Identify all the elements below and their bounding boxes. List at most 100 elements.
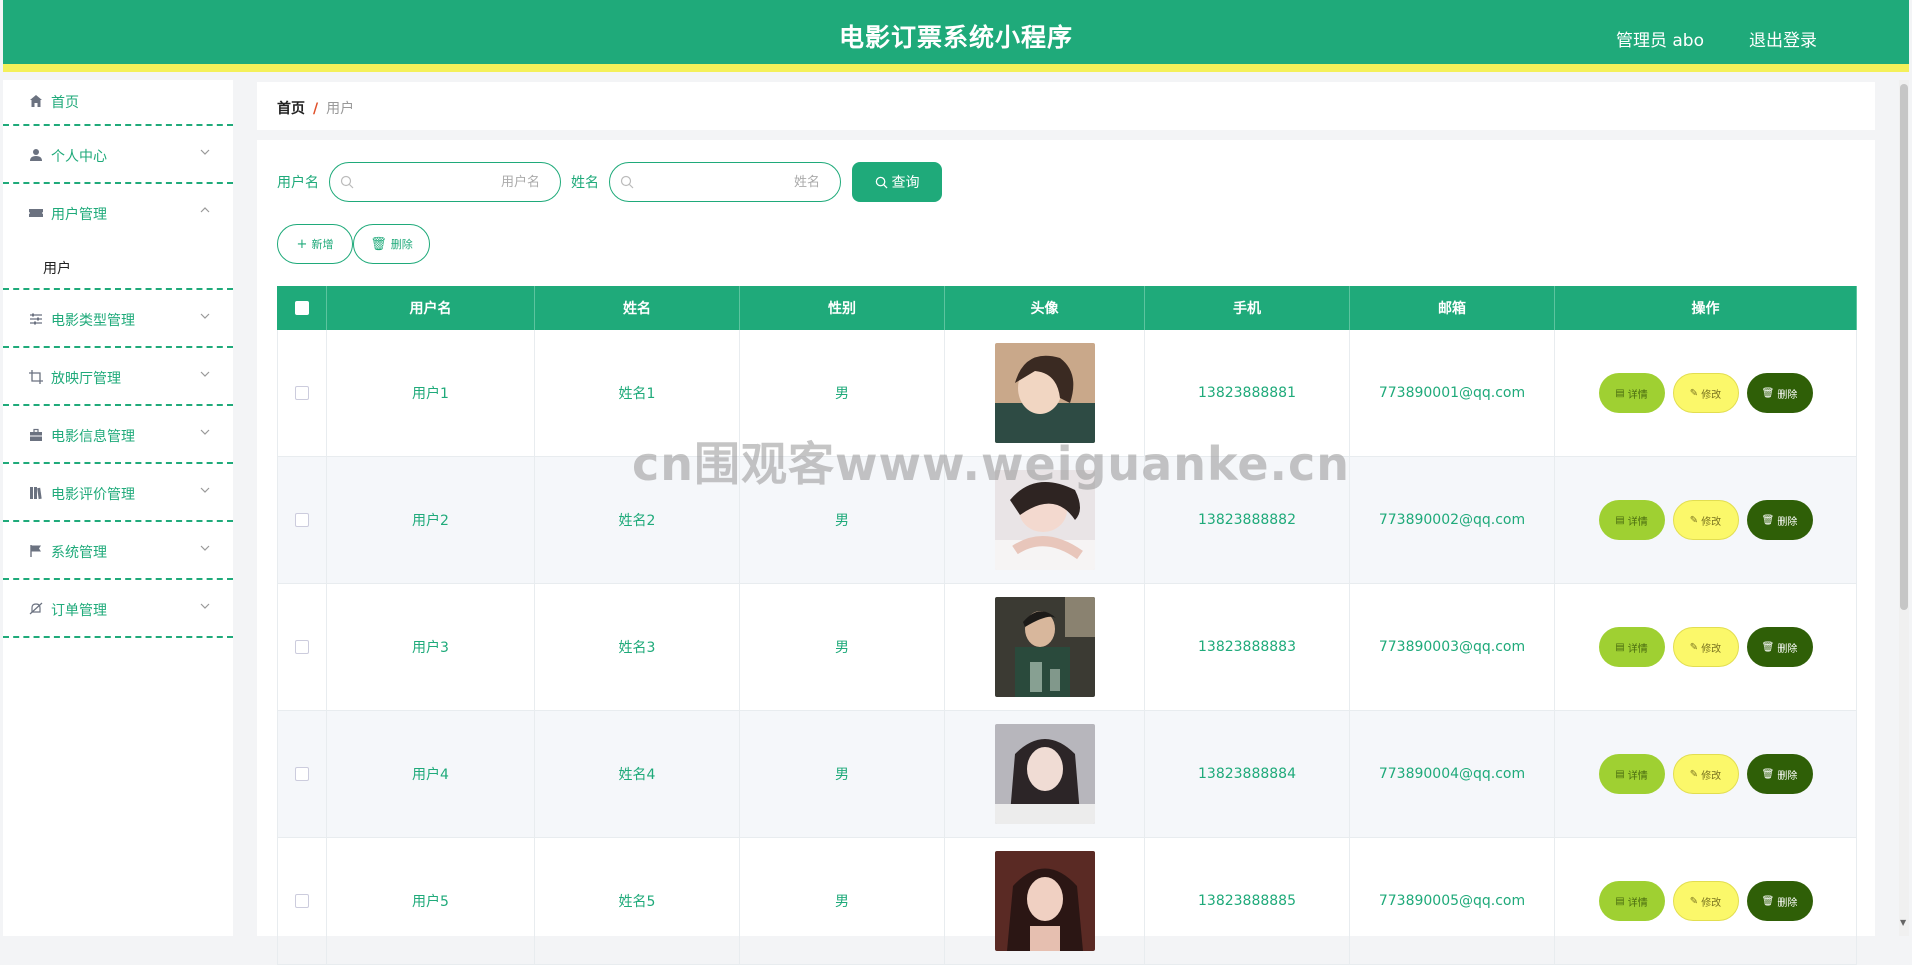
select-all-checkbox[interactable] <box>294 301 309 315</box>
cell-email: 773890005@qq.com <box>1350 838 1555 964</box>
edit-button[interactable]: ✎ 修改 <box>1672 627 1739 667</box>
sidebar-gutter <box>233 80 257 936</box>
avatar <box>994 470 1095 570</box>
username-input[interactable] <box>360 171 540 193</box>
breadcrumb-home[interactable]: 首页 <box>277 101 305 117</box>
chevron-down-icon <box>200 603 210 609</box>
search-form: 用户名 姓名 查询 <box>277 162 942 202</box>
chevron-down-icon <box>200 149 210 155</box>
row-checkbox[interactable] <box>295 513 309 527</box>
sidebar-item-orders[interactable]: 订单管理 <box>3 580 233 638</box>
name-input[interactable] <box>640 171 820 193</box>
detail-button-label: 详情 <box>1627 516 1648 528</box>
batch-delete-button[interactable]: 🗑 删除 <box>353 224 430 264</box>
scrollbar-thumb[interactable] <box>1900 84 1908 610</box>
detail-button[interactable]: ▤ 详情 <box>1598 373 1665 413</box>
sidebar-item-movie-type[interactable]: 电影类型管理 <box>3 290 233 348</box>
detail-button[interactable]: ▤ 详情 <box>1598 881 1665 921</box>
cell-email: 773890004@qq.com <box>1350 711 1555 837</box>
sidebar-item-label: 用户管理 <box>51 207 107 223</box>
table-row: 用户2 姓名2 男 13823888882 773890002@qq.com ▤… <box>277 457 1857 584</box>
header-username: 用户名 <box>327 286 535 330</box>
cell-phone: 13823888883 <box>1145 584 1350 710</box>
delete-button[interactable]: 🗑 删除 <box>1746 500 1813 540</box>
add-button[interactable]: + 新增 <box>277 224 353 264</box>
edit-button-label: 修改 <box>1701 389 1722 401</box>
avatar <box>994 851 1095 951</box>
cell-name: 姓名1 <box>535 330 740 456</box>
sidebar-item-label: 放映厅管理 <box>51 371 121 387</box>
header-gender: 性别 <box>740 286 945 330</box>
query-button[interactable]: 查询 <box>852 162 942 202</box>
pencil-icon: ✎ <box>1689 387 1699 399</box>
breadcrumb-separator: / <box>313 101 319 117</box>
username-search-box <box>329 162 561 202</box>
edit-button[interactable]: ✎ 修改 <box>1672 881 1739 921</box>
sidebar-item-label: 电影评价管理 <box>51 487 135 503</box>
document-icon: ▤ <box>1615 641 1625 653</box>
detail-button-label: 详情 <box>1627 897 1648 909</box>
scroll-down-icon[interactable]: ▼ <box>1900 918 1908 927</box>
sliders-icon <box>27 310 45 328</box>
search-icon <box>340 175 354 189</box>
edit-button[interactable]: ✎ 修改 <box>1672 754 1739 794</box>
detail-button[interactable]: ▤ 详情 <box>1598 500 1665 540</box>
breadcrumb: 首页 / 用户 <box>257 82 1875 130</box>
add-button-label: 新增 <box>311 238 334 251</box>
row-checkbox[interactable] <box>295 640 309 654</box>
edit-button[interactable]: ✎ 修改 <box>1672 500 1739 540</box>
bell-off-icon <box>27 600 45 618</box>
sidebar-item-label: 电影类型管理 <box>51 313 135 329</box>
delete-button[interactable]: 🗑 删除 <box>1746 881 1813 921</box>
row-checkbox[interactable] <box>295 767 309 781</box>
table-header: 用户名 姓名 性别 头像 手机 邮箱 操作 <box>277 286 1857 330</box>
pencil-icon: ✎ <box>1689 895 1699 907</box>
cell-username: 用户4 <box>327 711 535 837</box>
sidebar-item-movie-info[interactable]: 电影信息管理 <box>3 406 233 464</box>
delete-button[interactable]: 🗑 删除 <box>1746 627 1813 667</box>
cell-name: 姓名3 <box>535 584 740 710</box>
document-icon: ▤ <box>1615 768 1625 780</box>
pencil-icon: ✎ <box>1689 641 1699 653</box>
edit-button-label: 修改 <box>1701 897 1722 909</box>
delete-button-label: 删除 <box>1777 643 1798 655</box>
document-icon: ▤ <box>1615 514 1625 526</box>
chevron-up-icon <box>200 207 210 213</box>
book-icon <box>27 484 45 502</box>
document-icon: ▤ <box>1615 895 1625 907</box>
cell-gender: 男 <box>740 584 945 710</box>
delete-button[interactable]: 🗑 删除 <box>1746 373 1813 413</box>
sidebar-item-movie-review[interactable]: 电影评价管理 <box>3 464 233 522</box>
cell-gender: 男 <box>740 330 945 456</box>
cell-phone: 13823888885 <box>1145 838 1350 964</box>
chevron-down-icon <box>200 371 210 377</box>
username-label: 用户名 <box>277 175 319 191</box>
sidebar-item-system[interactable]: 系统管理 <box>3 522 233 580</box>
name-label: 姓名 <box>571 175 599 191</box>
sidebar-subitem-user[interactable]: 用户 <box>3 242 233 288</box>
sidebar-item-profile[interactable]: 个人中心 <box>3 126 233 184</box>
sidebar-item-home[interactable]: 首页 <box>3 80 233 126</box>
current-user: 管理员 abo <box>1615 31 1704 51</box>
document-icon: ▤ <box>1615 387 1625 399</box>
cell-email: 773890002@qq.com <box>1350 457 1555 583</box>
edit-button[interactable]: ✎ 修改 <box>1672 373 1739 413</box>
header-avatar: 头像 <box>945 286 1145 330</box>
trash-icon: 🗑 <box>1761 768 1775 780</box>
header-name: 姓名 <box>535 286 740 330</box>
detail-button[interactable]: ▤ 详情 <box>1598 754 1665 794</box>
avatar <box>994 597 1095 697</box>
header-phone: 手机 <box>1145 286 1350 330</box>
detail-button[interactable]: ▤ 详情 <box>1598 627 1665 667</box>
user-table: 用户名 姓名 性别 头像 手机 邮箱 操作 用户1 姓名1 男 13823888… <box>277 286 1857 965</box>
pencil-icon: ✎ <box>1689 514 1699 526</box>
row-checkbox[interactable] <box>295 894 309 908</box>
row-checkbox[interactable] <box>295 386 309 400</box>
delete-button[interactable]: 🗑 删除 <box>1746 754 1813 794</box>
ticket-icon <box>27 204 45 222</box>
sidebar-item-user-management[interactable]: 用户管理 <box>3 184 233 242</box>
logout-link[interactable]: 退出登录 <box>1749 26 1817 51</box>
name-search-box <box>609 162 841 202</box>
sidebar-item-label: 个人中心 <box>51 149 107 165</box>
sidebar-item-hall[interactable]: 放映厅管理 <box>3 348 233 406</box>
